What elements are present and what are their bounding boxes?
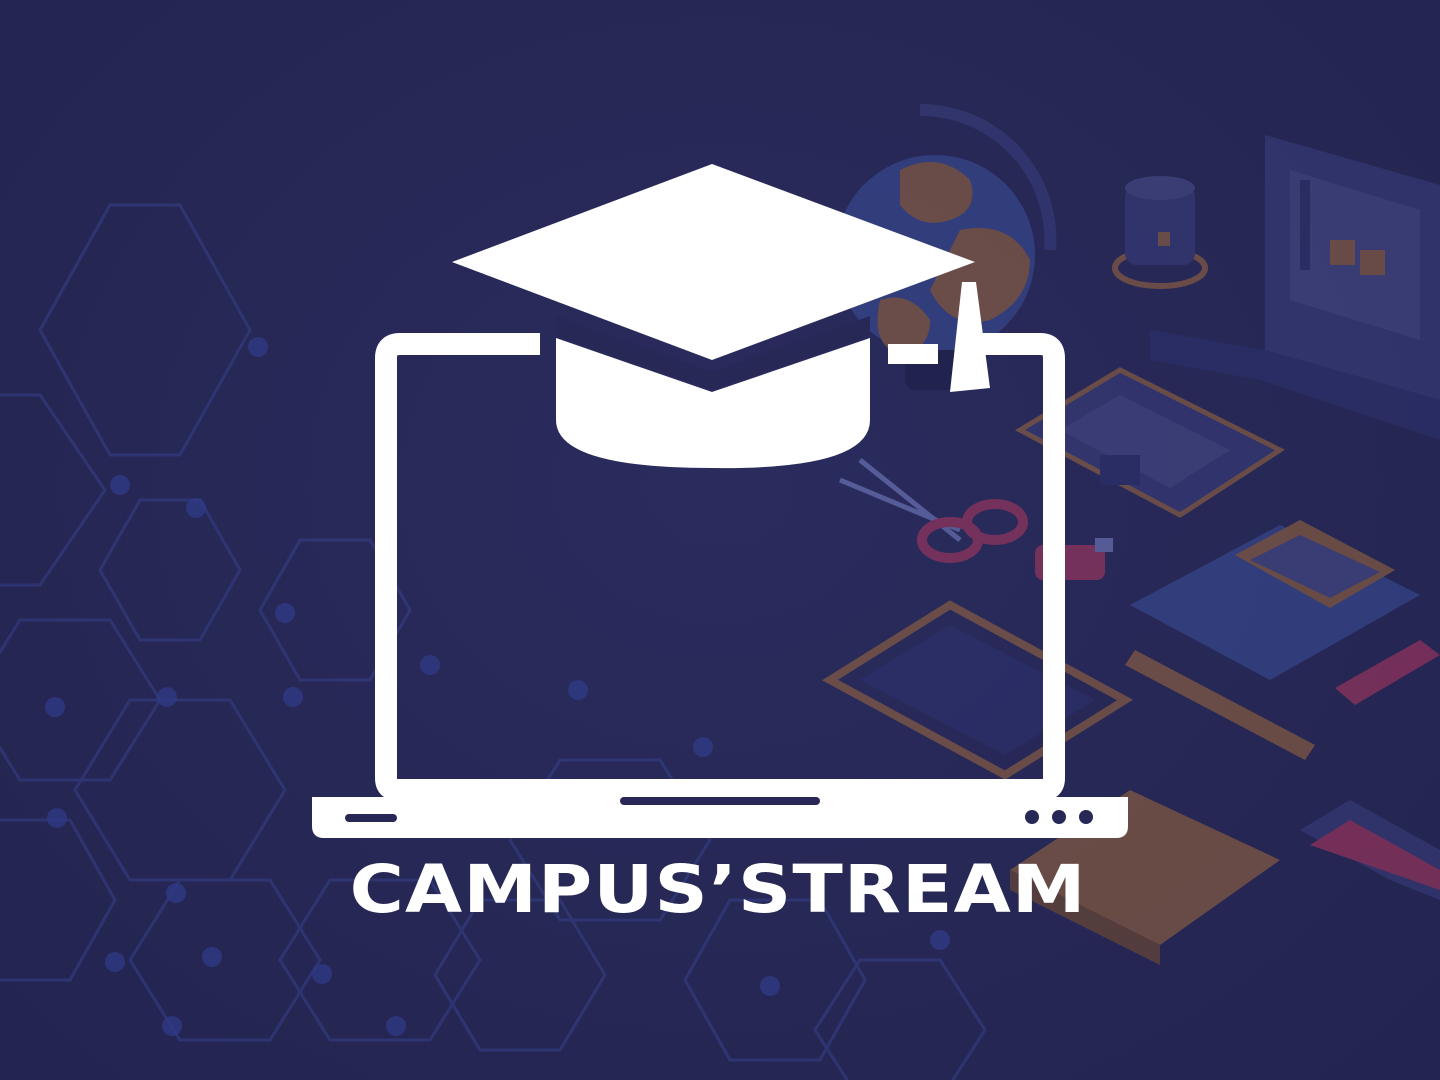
graduation-cap-icon <box>452 164 990 469</box>
laptop-indicator-dot <box>1025 810 1039 824</box>
laptop-screen-notch <box>888 344 938 364</box>
laptop-base-slot <box>345 814 397 822</box>
brand-name: CAMPUS’STREAM <box>349 851 1087 928</box>
splash-screen: CAMPUS’STREAM <box>0 0 1440 1080</box>
laptop-trackpad-slot <box>620 797 820 805</box>
laptop-indicator-dot <box>1079 810 1093 824</box>
laptop-indicator-dot <box>1052 810 1066 824</box>
cap-board <box>452 164 975 360</box>
